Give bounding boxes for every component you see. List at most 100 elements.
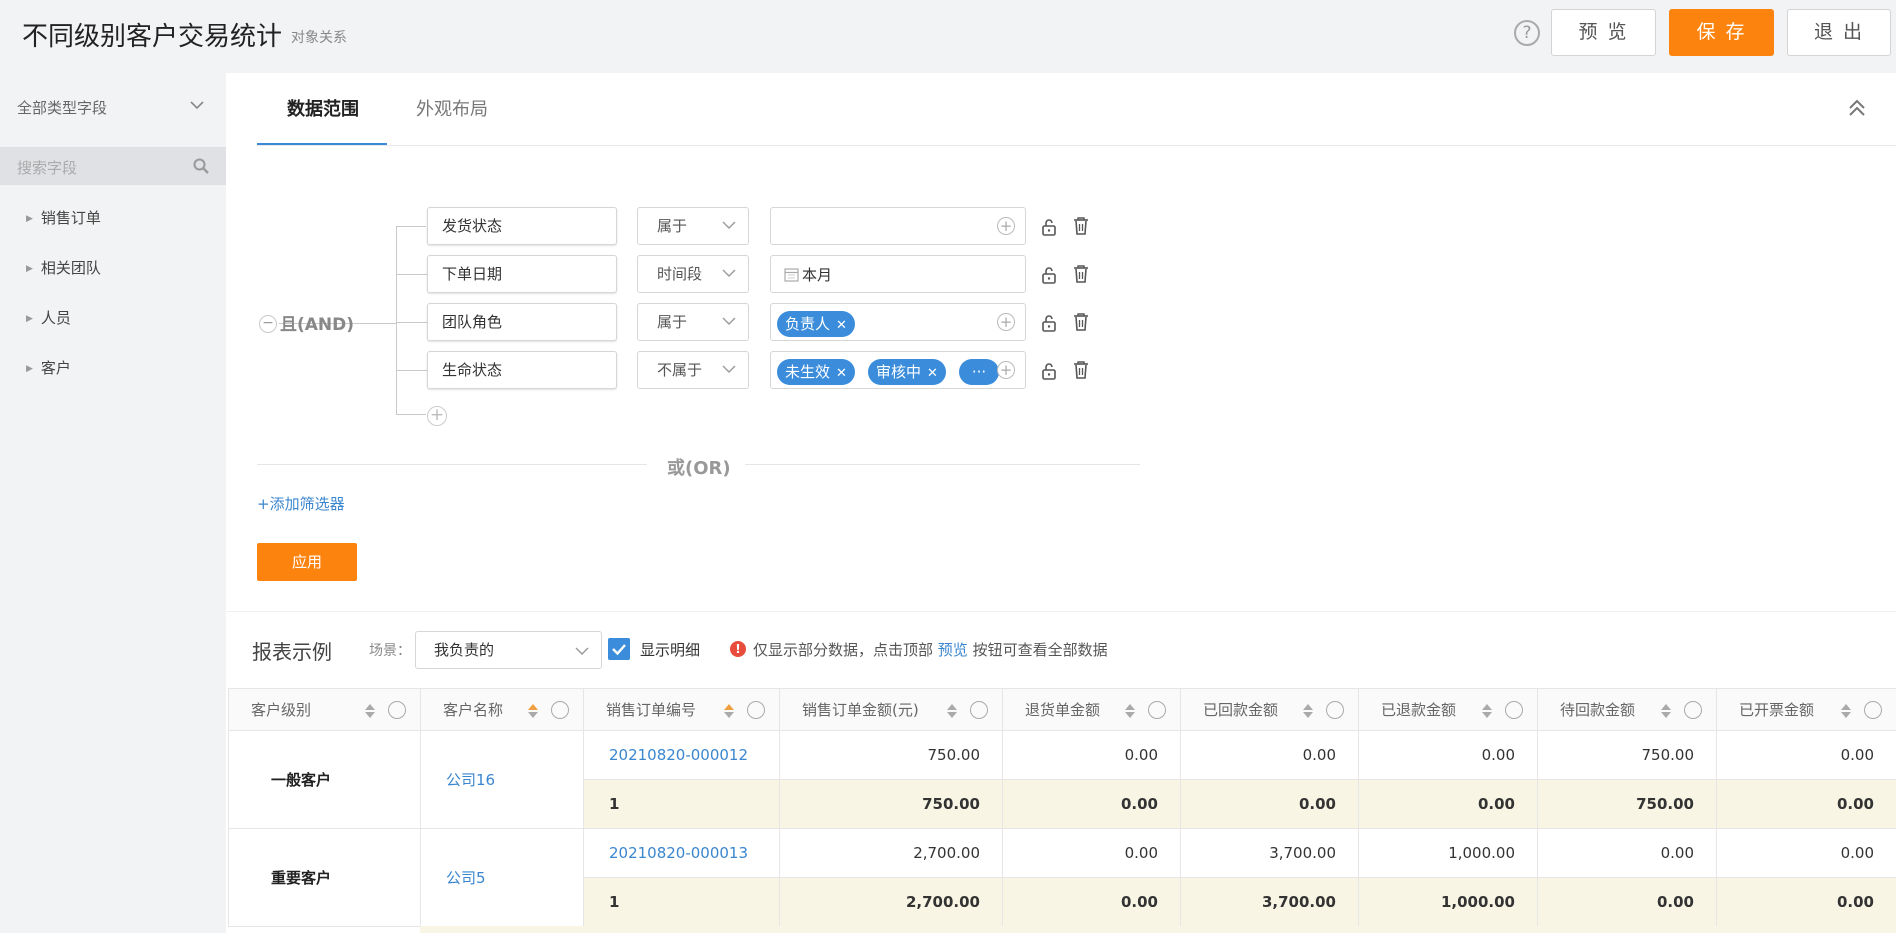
- column-header[interactable]: 待回款金额: [1537, 688, 1717, 731]
- lock-icon[interactable]: [1040, 265, 1058, 285]
- preview-link[interactable]: 预览: [938, 641, 968, 659]
- order-number-link[interactable]: 20210820-000013: [583, 828, 780, 878]
- sidebar-item-customer[interactable]: ▶ 客户: [26, 357, 71, 378]
- filter-value-input[interactable]: +: [770, 207, 1026, 245]
- add-value-icon[interactable]: +: [997, 313, 1015, 331]
- field-sidebar: [0, 73, 226, 933]
- column-header[interactable]: 已回款金额: [1180, 688, 1359, 731]
- sort-icon[interactable]: [364, 703, 376, 719]
- chevron-down-icon[interactable]: [188, 96, 206, 114]
- show-detail-label[interactable]: 显示明细: [640, 639, 700, 660]
- collapse-group-button[interactable]: −: [259, 315, 277, 333]
- column-filter-icon[interactable]: [388, 701, 406, 719]
- trash-icon[interactable]: [1072, 360, 1090, 380]
- column-header[interactable]: 销售订单编号: [583, 688, 780, 731]
- lock-icon[interactable]: [1040, 361, 1058, 381]
- or-divider: [257, 464, 647, 465]
- sidebar-item-related-team[interactable]: ▶ 相关团队: [26, 257, 101, 278]
- add-filter-link[interactable]: +添加筛选器: [257, 493, 345, 514]
- field-type-select[interactable]: 全部类型字段: [17, 97, 107, 118]
- filter-value-input[interactable]: 负责人 ✕ +: [770, 303, 1026, 341]
- sidebar-item-sales-order[interactable]: ▶ 销售订单: [26, 207, 101, 228]
- value-chip[interactable]: 负责人 ✕: [777, 311, 855, 337]
- warning-suffix: 按钮可查看全部数据: [972, 641, 1108, 659]
- add-value-icon[interactable]: +: [997, 361, 1015, 379]
- search-icon[interactable]: [192, 157, 210, 175]
- column-header[interactable]: 已开票金额: [1716, 688, 1896, 731]
- filter-value-input[interactable]: 未生效 ✕ 审核中 ✕ ··· +: [770, 351, 1026, 389]
- filter-operator-select[interactable]: 时间段: [637, 255, 749, 293]
- sort-icon[interactable]: [527, 703, 539, 719]
- column-header[interactable]: 客户名称: [420, 688, 584, 731]
- filter-field-select[interactable]: 生命状态: [427, 351, 617, 389]
- column-header[interactable]: 退货单金额: [1002, 688, 1181, 731]
- and-logic-label[interactable]: 且(AND): [280, 310, 354, 335]
- column-filter-icon[interactable]: [970, 701, 988, 719]
- column-header[interactable]: 销售订单金额(元): [779, 688, 1003, 731]
- preview-button[interactable]: 预 览: [1551, 9, 1656, 56]
- column-filter-icon[interactable]: [747, 701, 765, 719]
- customer-name-link[interactable]: 公司5: [420, 828, 584, 927]
- column-filter-icon[interactable]: [1148, 701, 1166, 719]
- tab-data-range[interactable]: 数据范围: [287, 95, 359, 121]
- sidebar-item-label: 相关团队: [40, 259, 101, 277]
- more-chips[interactable]: ···: [959, 359, 999, 385]
- sort-icon[interactable]: [723, 703, 735, 719]
- scene-select[interactable]: 我负责的: [415, 631, 602, 669]
- sort-icon[interactable]: [1840, 703, 1852, 719]
- sidebar-item-label: 人员: [40, 309, 71, 327]
- column-filter-icon[interactable]: [1684, 701, 1702, 719]
- sort-icon[interactable]: [1481, 703, 1493, 719]
- subtotal-cell: 0.00: [1358, 779, 1538, 829]
- trash-icon[interactable]: [1072, 216, 1090, 236]
- column-filter-icon[interactable]: [1326, 701, 1344, 719]
- lock-icon[interactable]: [1040, 313, 1058, 333]
- order-number-link[interactable]: 20210820-000012: [583, 730, 780, 780]
- table-cell: 1,000.00: [1358, 828, 1538, 878]
- help-icon[interactable]: ?: [1514, 20, 1540, 46]
- operator-value: 时间段: [657, 265, 703, 283]
- lock-icon[interactable]: [1040, 217, 1058, 237]
- sort-icon[interactable]: [1124, 703, 1136, 719]
- sort-icon[interactable]: [946, 703, 958, 719]
- customer-name-link[interactable]: 公司16: [420, 730, 584, 829]
- column-filter-icon[interactable]: [1864, 701, 1882, 719]
- sort-icon[interactable]: [1660, 703, 1672, 719]
- column-header[interactable]: 已退款金额: [1358, 688, 1538, 731]
- caret-right-icon: ▶: [26, 214, 33, 224]
- date-range-value: 本月: [802, 266, 833, 284]
- save-button[interactable]: 保 存: [1669, 9, 1774, 56]
- add-value-icon[interactable]: +: [997, 217, 1015, 235]
- column-filter-icon[interactable]: [551, 701, 569, 719]
- tab-appearance-layout[interactable]: 外观布局: [416, 95, 488, 121]
- trash-icon[interactable]: [1072, 312, 1090, 332]
- date-range-input[interactable]: 本月: [770, 255, 1026, 293]
- show-detail-checkbox[interactable]: [608, 638, 630, 660]
- table-cell: 750.00: [779, 730, 1003, 780]
- trash-icon[interactable]: [1072, 264, 1090, 284]
- collapse-up-icon[interactable]: [1846, 97, 1868, 119]
- column-filter-icon[interactable]: [1505, 701, 1523, 719]
- table-cell: 0.00: [1716, 828, 1896, 878]
- remove-chip-icon[interactable]: ✕: [927, 366, 938, 381]
- exit-button[interactable]: 退 出: [1787, 9, 1891, 56]
- sidebar-item-personnel[interactable]: ▶ 人员: [26, 307, 71, 328]
- filter-field-select[interactable]: 团队角色: [427, 303, 617, 341]
- value-chip[interactable]: 未生效 ✕: [777, 359, 855, 385]
- sidebar-item-label: 销售订单: [40, 209, 101, 227]
- sidebar-item-label: 客户: [40, 359, 71, 377]
- remove-chip-icon[interactable]: ✕: [836, 366, 847, 381]
- remove-chip-icon[interactable]: ✕: [836, 318, 847, 333]
- column-header[interactable]: 客户级别: [228, 688, 421, 731]
- filter-operator-select[interactable]: 不属于: [637, 351, 749, 389]
- filter-operator-select[interactable]: 属于: [637, 303, 749, 341]
- subtotal-count: 1: [583, 779, 780, 829]
- add-condition-button[interactable]: +: [427, 406, 447, 426]
- filter-field-select[interactable]: 下单日期: [427, 255, 617, 293]
- value-chip[interactable]: 审核中 ✕: [868, 359, 946, 385]
- filter-field-select[interactable]: 发货状态: [427, 207, 617, 245]
- filter-operator-select[interactable]: 属于: [637, 207, 749, 245]
- search-placeholder: 搜索字段: [17, 159, 78, 177]
- sort-icon[interactable]: [1302, 703, 1314, 719]
- apply-button[interactable]: 应用: [257, 543, 357, 581]
